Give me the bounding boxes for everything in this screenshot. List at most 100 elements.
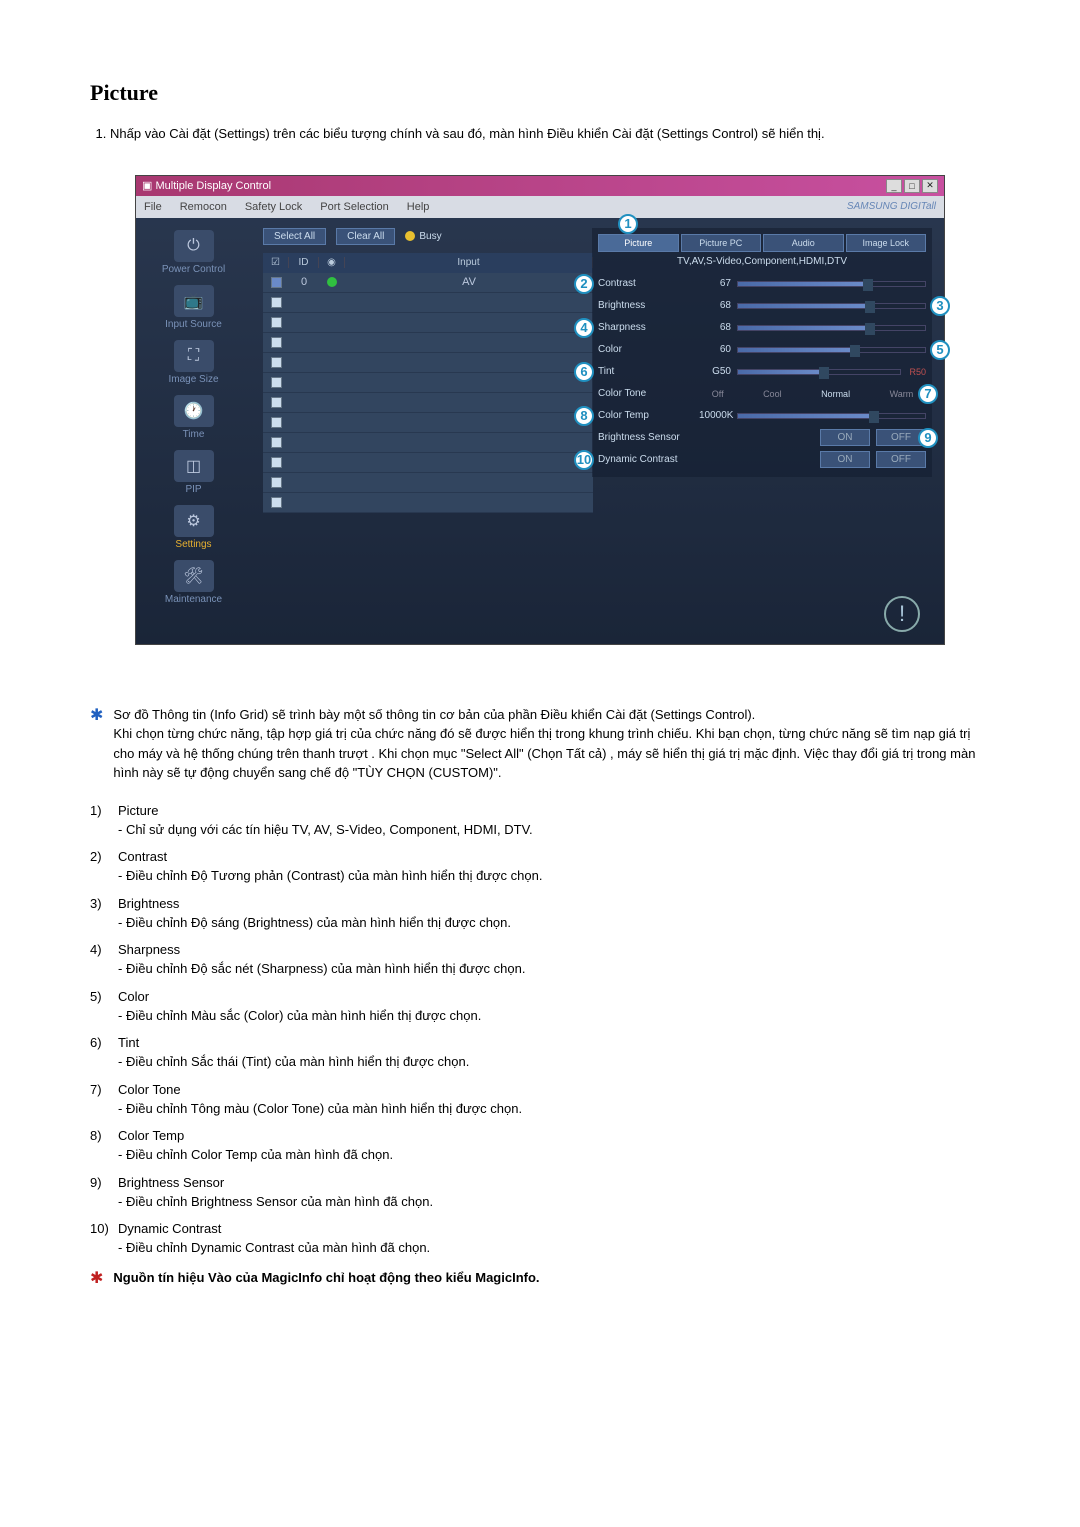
sidebar-icon: 🕐 xyxy=(174,395,214,427)
menu-file[interactable]: File xyxy=(144,201,162,213)
grid-row[interactable] xyxy=(263,413,593,433)
item-title: Brightness xyxy=(118,896,179,911)
list-item: 9)Brightness Sensor - Điều chỉnh Brightn… xyxy=(90,1175,990,1212)
grid-row[interactable] xyxy=(263,333,593,353)
marker-5: 5 xyxy=(930,340,950,360)
row-color: 5Color 60 xyxy=(598,339,926,361)
item-desc: - Điều chỉnh Color Temp của màn hình đã … xyxy=(90,1145,990,1165)
star-text-1: Sơ đồ Thông tin (Info Grid) sẽ trình bày… xyxy=(113,705,990,783)
item-desc: - Điều chỉnh Dynamic Contrast của màn hì… xyxy=(90,1238,990,1258)
row-checkbox[interactable] xyxy=(271,297,282,308)
marker-4: 4 xyxy=(574,318,594,338)
grid-row[interactable] xyxy=(263,313,593,333)
row-checkbox[interactable] xyxy=(271,397,282,408)
menu-safety-lock[interactable]: Safety Lock xyxy=(245,201,302,213)
numbered-list: 1)Picture - Chỉ sử dụng với các tín hiệu… xyxy=(90,803,990,1258)
row-checkbox[interactable] xyxy=(271,477,282,488)
grid-row[interactable] xyxy=(263,493,593,513)
sidebar-item-image-size[interactable]: ⛶Image Size xyxy=(140,338,247,387)
brand-label: SAMSUNG DIGITall xyxy=(847,201,936,212)
menu-remocon[interactable]: Remocon xyxy=(180,201,227,213)
slider-color[interactable] xyxy=(737,347,926,353)
tab-image-lock[interactable]: Image Lock xyxy=(846,234,927,252)
grid-header-check[interactable]: ☑ xyxy=(263,257,289,268)
slider-sharpness[interactable] xyxy=(737,325,926,331)
row-checkbox[interactable] xyxy=(271,337,282,348)
sidebar-icon: 📺 xyxy=(174,285,214,317)
menu-port-selection[interactable]: Port Selection xyxy=(320,201,388,213)
grid-row[interactable] xyxy=(263,293,593,313)
marker-9: 9 xyxy=(918,428,938,448)
list-item: 1)Picture - Chỉ sử dụng với các tín hiệu… xyxy=(90,803,990,840)
slider-contrast[interactable] xyxy=(737,281,926,287)
menubar: File Remocon Safety Lock Port Selection … xyxy=(136,196,944,218)
grid-row[interactable] xyxy=(263,473,593,493)
color-tone-options[interactable]: Off Cool Normal Warm xyxy=(699,389,926,399)
list-item: 6)Tint - Điều chỉnh Sắc thái (Tint) của … xyxy=(90,1035,990,1072)
status-dot-icon xyxy=(327,277,337,287)
val-tint: G50 xyxy=(699,366,731,377)
row-checkbox[interactable] xyxy=(271,317,282,328)
sidebar-label: Power Control xyxy=(162,264,225,275)
dyncon-on[interactable]: ON xyxy=(820,451,870,468)
grid-row[interactable] xyxy=(263,393,593,413)
row-checkbox[interactable] xyxy=(271,377,282,388)
tab-picture[interactable]: Picture xyxy=(598,234,679,252)
sidebar-item-maintenance[interactable]: 🛠Maintenance xyxy=(140,558,247,607)
row-sharpness: 4Sharpness 68 xyxy=(598,317,926,339)
tab-picture-pc[interactable]: Picture PC xyxy=(681,234,762,252)
grid-row[interactable] xyxy=(263,433,593,453)
row-checkbox[interactable] xyxy=(271,497,282,508)
sidebar-icon: ◫ xyxy=(174,450,214,482)
slider-tint[interactable] xyxy=(737,369,901,375)
grid-row[interactable] xyxy=(263,373,593,393)
sidebar-item-settings[interactable]: ⚙Settings xyxy=(140,503,247,552)
app-screenshot: ▣ Multiple Display Control _ □ ✕ File Re… xyxy=(135,175,945,645)
item-title: Color Tone xyxy=(118,1082,181,1097)
row-checkbox[interactable] xyxy=(271,437,282,448)
sidebar-item-power-control[interactable]: ⏻Power Control xyxy=(140,228,247,277)
grid-header-status: ◉ xyxy=(319,257,345,268)
slider-color-temp[interactable] xyxy=(737,413,926,419)
tab-audio[interactable]: Audio xyxy=(763,234,844,252)
sidebar-item-pip[interactable]: ◫ PIP xyxy=(140,448,247,497)
tone-normal[interactable]: Normal xyxy=(821,389,850,399)
marker-8: 8 xyxy=(574,406,594,426)
close-button[interactable]: ✕ xyxy=(922,179,938,193)
main-area: Select All Clear All Busy ☑ ID ◉ Input 0… xyxy=(251,218,944,644)
tone-off[interactable]: Off xyxy=(712,389,724,399)
sidebar-icon: ⛶ xyxy=(174,340,214,372)
grid-row[interactable] xyxy=(263,353,593,373)
bsensor-on[interactable]: ON xyxy=(820,429,870,446)
busy-label: Busy xyxy=(419,231,441,242)
list-item: 5)Color - Điều chỉnh Màu sắc (Color) của… xyxy=(90,989,990,1026)
minimize-button[interactable]: _ xyxy=(886,179,902,193)
grid-row[interactable]: 0 AV xyxy=(263,273,593,293)
clear-all-button[interactable]: Clear All xyxy=(336,228,395,245)
tone-cool[interactable]: Cool xyxy=(763,389,782,399)
item-title: Color xyxy=(118,989,149,1004)
dyncon-off[interactable]: OFF xyxy=(876,451,926,468)
item-number: 4) xyxy=(90,942,112,957)
row-checkbox[interactable] xyxy=(271,357,282,368)
app-icon: ▣ xyxy=(142,179,152,192)
select-all-button[interactable]: Select All xyxy=(263,228,326,245)
list-item: 4)Sharpness - Điều chỉnh Độ sắc nét (Sha… xyxy=(90,942,990,979)
grid-row[interactable] xyxy=(263,453,593,473)
intro-list: Nhấp vào Cài đặt (Settings) trên các biể… xyxy=(90,124,990,145)
maximize-button[interactable]: □ xyxy=(904,179,920,193)
sidebar-item-time[interactable]: 🕐Time xyxy=(140,393,247,442)
row-checkbox[interactable] xyxy=(271,417,282,428)
item-number: 1) xyxy=(90,803,112,818)
row-checkbox[interactable] xyxy=(271,277,282,288)
menu-help[interactable]: Help xyxy=(407,201,430,213)
row-checkbox[interactable] xyxy=(271,457,282,468)
star-icon: ✱ xyxy=(90,705,103,725)
marker-2: 2 xyxy=(574,274,594,294)
sidebar-item-input-source[interactable]: 📺Input Source xyxy=(140,283,247,332)
sidebar-label: PIP xyxy=(185,484,201,495)
slider-brightness[interactable] xyxy=(737,303,926,309)
tone-warm[interactable]: Warm xyxy=(890,389,914,399)
item-title: Color Temp xyxy=(118,1128,184,1143)
label-brightness-sensor: Brightness Sensor xyxy=(598,432,738,443)
